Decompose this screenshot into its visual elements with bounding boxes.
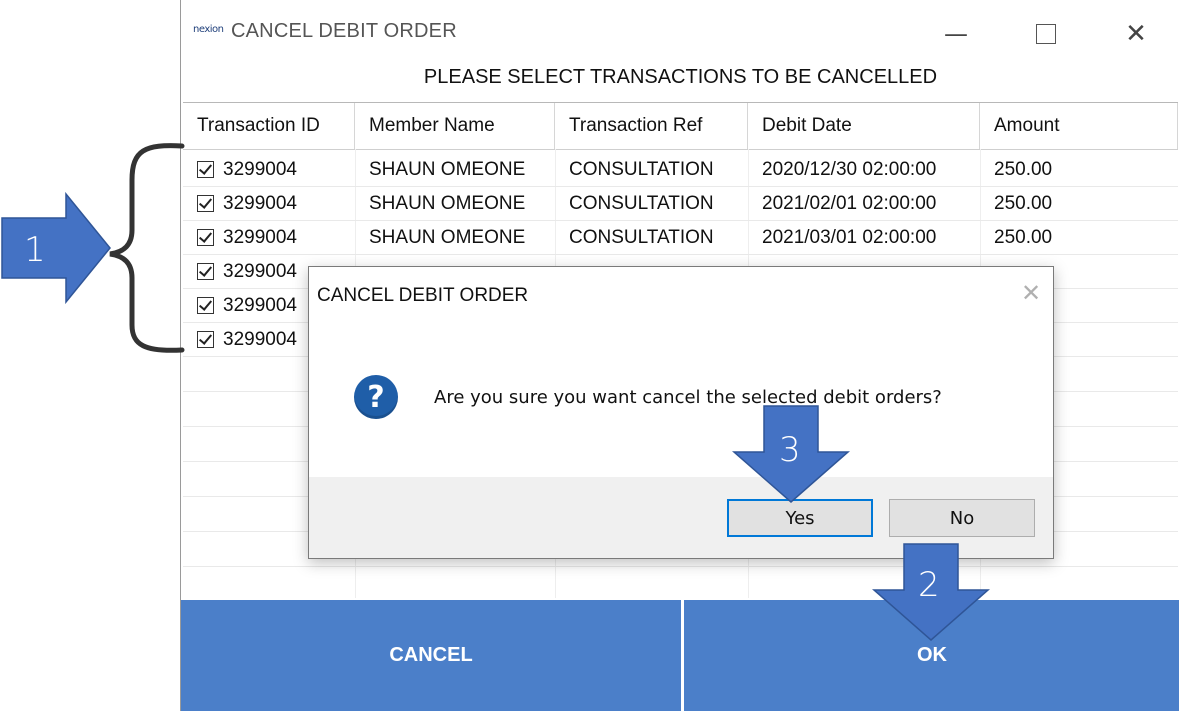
annotation-brace bbox=[109, 143, 185, 353]
transaction-id-cell: 3299004 bbox=[223, 294, 297, 316]
transaction-id-cell: 3299004 bbox=[223, 192, 297, 214]
member-name-cell: SHAUN OMEONE bbox=[369, 226, 526, 248]
amount-cell: 250.00 bbox=[994, 192, 1053, 214]
step-1-arrow-icon bbox=[1, 192, 111, 304]
table-row[interactable]: 3299004 SHAUN OMEONE CONSULTATION 2021/0… bbox=[183, 221, 1178, 255]
step-2-label: 2 bbox=[918, 565, 940, 605]
instruction-label: PLEASE SELECT TRANSACTIONS TO BE CANCELL… bbox=[423, 66, 938, 88]
transaction-id-cell: 3299004 bbox=[223, 158, 297, 180]
grid-header: Transaction ID Member Name Transaction R… bbox=[183, 103, 1178, 150]
step-3-label: 3 bbox=[779, 430, 801, 470]
column-header-transaction-id[interactable]: Transaction ID bbox=[183, 103, 355, 149]
transaction-id-cell: 3299004 bbox=[223, 260, 297, 282]
close-icon: ✕ bbox=[1125, 19, 1147, 49]
close-button[interactable]: ✕ bbox=[1116, 16, 1156, 52]
yes-button[interactable]: Yes bbox=[727, 499, 873, 537]
confirmation-dialog: CANCEL DEBIT ORDER ✕ ? Are you sure you … bbox=[308, 266, 1054, 559]
transaction-ref-cell: CONSULTATION bbox=[569, 226, 714, 248]
column-header-transaction-ref[interactable]: Transaction Ref bbox=[555, 103, 748, 149]
empty-row bbox=[183, 567, 1178, 598]
table-row[interactable]: 3299004 SHAUN OMEONE CONSULTATION 2020/1… bbox=[183, 153, 1178, 187]
row-checkbox[interactable] bbox=[197, 229, 214, 246]
row-checkbox[interactable] bbox=[197, 161, 214, 178]
debit-date-cell: 2021/02/01 02:00:00 bbox=[762, 192, 937, 214]
window-title: CANCEL DEBIT ORDER bbox=[231, 20, 457, 42]
row-checkbox[interactable] bbox=[197, 297, 214, 314]
row-checkbox[interactable] bbox=[197, 331, 214, 348]
question-icon: ? bbox=[354, 375, 398, 419]
cancel-button[interactable]: CANCEL bbox=[181, 600, 681, 711]
member-name-cell: SHAUN OMEONE bbox=[369, 192, 526, 214]
dialog-message: Are you sure you want cancel the selecte… bbox=[434, 387, 942, 408]
minimize-icon: — bbox=[944, 20, 968, 48]
transaction-ref-cell: CONSULTATION bbox=[569, 158, 714, 180]
row-checkbox[interactable] bbox=[197, 263, 214, 280]
row-checkbox[interactable] bbox=[197, 195, 214, 212]
transaction-id-cell: 3299004 bbox=[223, 328, 297, 350]
title-bar[interactable]: nexion CANCEL DEBIT ORDER — ✕ bbox=[181, 0, 1179, 66]
minimize-button[interactable]: — bbox=[936, 16, 976, 52]
column-header-debit-date[interactable]: Debit Date bbox=[748, 103, 980, 149]
table-row[interactable]: 3299004 SHAUN OMEONE CONSULTATION 2021/0… bbox=[183, 187, 1178, 221]
member-name-cell: SHAUN OMEONE bbox=[369, 158, 526, 180]
step-1-label: 1 bbox=[24, 230, 46, 270]
dialog-close-icon[interactable]: ✕ bbox=[1021, 279, 1041, 307]
maximize-button[interactable] bbox=[1026, 16, 1066, 52]
column-header-member-name[interactable]: Member Name bbox=[355, 103, 555, 149]
maximize-icon bbox=[1036, 24, 1056, 44]
app-logo-icon: nexion bbox=[193, 24, 224, 35]
no-button[interactable]: No bbox=[889, 499, 1035, 537]
amount-cell: 250.00 bbox=[994, 226, 1053, 248]
dialog-title: CANCEL DEBIT ORDER bbox=[317, 285, 529, 306]
transaction-ref-cell: CONSULTATION bbox=[569, 192, 714, 214]
transaction-id-cell: 3299004 bbox=[223, 226, 297, 248]
debit-date-cell: 2020/12/30 02:00:00 bbox=[762, 158, 937, 180]
debit-date-cell: 2021/03/01 02:00:00 bbox=[762, 226, 937, 248]
column-header-amount[interactable]: Amount bbox=[980, 103, 1178, 149]
amount-cell: 250.00 bbox=[994, 158, 1053, 180]
